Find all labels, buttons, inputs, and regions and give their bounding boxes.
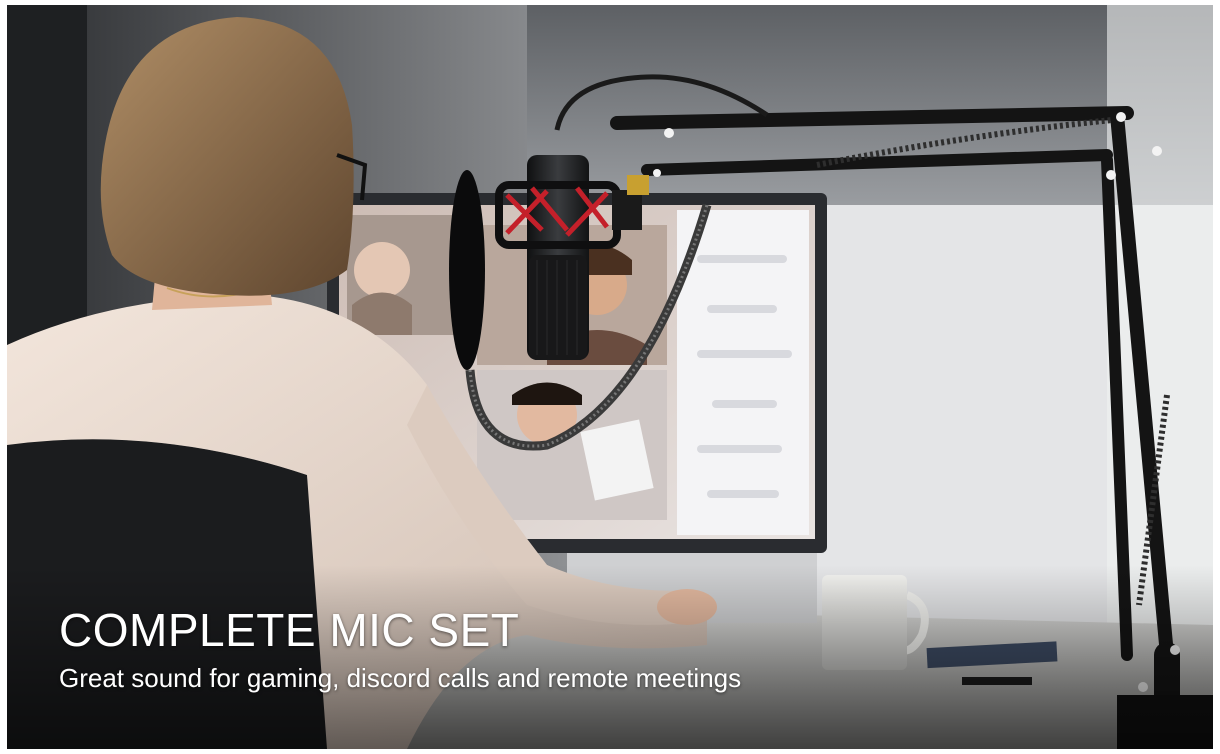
- headline: COMPLETE MIC SET: [59, 604, 520, 656]
- banner-frame: COMPLETE MIC SET Great sound for gaming,…: [7, 5, 1213, 749]
- caption: COMPLETE MIC SET Great sound for gaming,…: [59, 605, 741, 695]
- subline: Great sound for gaming, discord calls an…: [59, 663, 742, 693]
